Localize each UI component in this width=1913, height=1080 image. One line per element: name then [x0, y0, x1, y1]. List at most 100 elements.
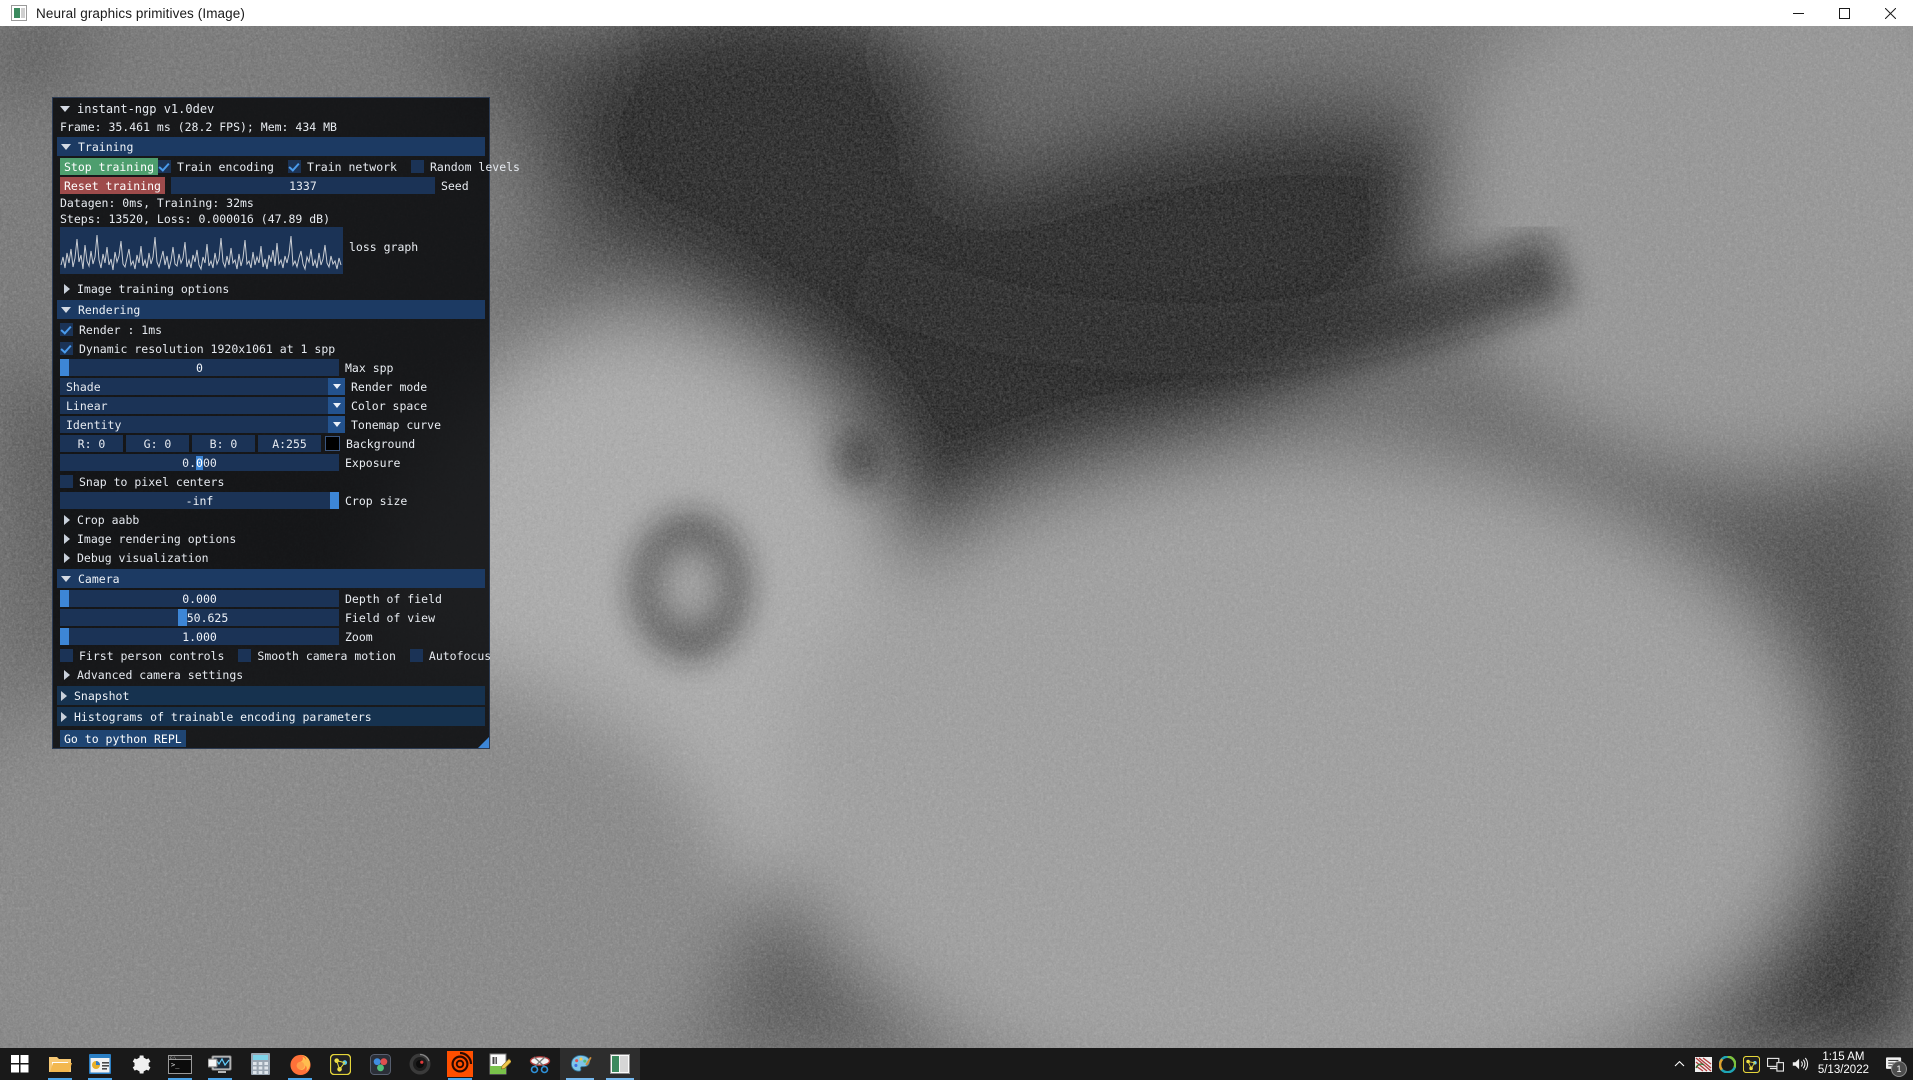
smooth-camera-motion-checkbox[interactable] — [238, 649, 252, 662]
share-node-icon[interactable] — [1740, 1048, 1764, 1080]
start-button[interactable] — [0, 1048, 40, 1080]
seed-input[interactable]: 1337 — [170, 177, 435, 194]
taskbar-item-monitor[interactable] — [200, 1048, 240, 1080]
onedrive-icon[interactable] — [1716, 1048, 1740, 1080]
taskbar-item-houdini[interactable] — [440, 1048, 480, 1080]
exposure-input[interactable]: 0. 0 00 — [60, 454, 339, 471]
taskbar-item-settings[interactable] — [120, 1048, 160, 1080]
svg-text:C:\: C:\ — [170, 1056, 176, 1060]
render-viewport[interactable]: instant-ngp v1.0dev Frame: 35.461 ms (28… — [0, 26, 1913, 1048]
taskbar-item-snip[interactable] — [520, 1048, 560, 1080]
taskbar-item-ngp[interactable] — [600, 1048, 640, 1080]
background-a-input[interactable]: A:255 — [258, 435, 321, 452]
depth-of-field-slider[interactable]: 0.000 — [60, 590, 339, 607]
minimize-button[interactable] — [1775, 0, 1821, 26]
color-space-label: Color space — [351, 398, 428, 413]
background-label: Background — [346, 436, 416, 451]
taskbar-item-presentation[interactable] — [80, 1048, 120, 1080]
camera-toggles-row: First person controls Smooth camera moti… — [53, 646, 492, 665]
taskbar-item-file-explorer[interactable] — [40, 1048, 80, 1080]
debug-visualization-row[interactable]: Debug visualization — [53, 548, 489, 567]
exposure-row: 0. 0 00 Exposure — [53, 453, 489, 472]
collapse-triangle-icon[interactable] — [60, 105, 70, 112]
advanced-camera-settings-row[interactable]: Advanced camera settings — [53, 665, 489, 684]
python-repl-row: Go to python REPL — [53, 729, 489, 748]
color-space-dropdown[interactable]: Linear — [60, 397, 345, 414]
render-checkbox[interactable] — [60, 323, 73, 336]
taskbar-item-firefox[interactable] — [280, 1048, 320, 1080]
chevron-down-icon[interactable] — [328, 378, 345, 395]
render-mode-dropdown[interactable]: Shade — [60, 378, 345, 395]
maximize-button[interactable] — [1821, 0, 1867, 26]
taskbar-item-lens[interactable] — [400, 1048, 440, 1080]
taskbar-item-calculator[interactable] — [240, 1048, 280, 1080]
tonemap-curve-dropdown[interactable]: Identity — [60, 416, 345, 433]
close-button[interactable] — [1867, 0, 1913, 26]
go-to-python-repl-button[interactable]: Go to python REPL — [60, 730, 186, 747]
zoom-slider[interactable]: 1.000 — [60, 628, 339, 645]
autofocus-checkbox[interactable] — [409, 649, 423, 662]
section-header-snapshot[interactable]: Snapshot — [57, 686, 485, 705]
network-icon[interactable] — [1764, 1048, 1788, 1080]
chevron-down-icon[interactable] — [328, 397, 345, 414]
panel-resize-handle[interactable] — [478, 737, 489, 748]
field-of-view-slider[interactable]: 50.625 — [60, 609, 339, 626]
image-training-options-row[interactable]: Image training options — [53, 279, 489, 298]
color-space-value: Linear — [66, 398, 108, 413]
dynamic-resolution-checkbox[interactable] — [60, 342, 73, 355]
field-of-view-row: 50.625 Field of view — [53, 608, 489, 627]
stop-training-button[interactable]: Stop training — [60, 158, 159, 175]
windows-logo-icon — [11, 1055, 29, 1073]
panel-title-bar[interactable]: instant-ngp v1.0dev — [53, 98, 489, 119]
random-levels-label: Random levels — [429, 159, 520, 174]
taskbar-item-paint[interactable] — [560, 1048, 600, 1080]
reset-training-button[interactable]: Reset training — [60, 177, 165, 194]
crop-size-row: -inf Crop size — [53, 491, 489, 510]
max-spp-slider[interactable]: 0 — [60, 359, 339, 376]
advanced-camera-settings-label: Advanced camera settings — [77, 667, 244, 682]
show-hidden-icons-button[interactable] — [1668, 1048, 1692, 1080]
background-r-input[interactable]: R: 0 — [60, 435, 123, 452]
background-b-input[interactable]: B: 0 — [192, 435, 255, 452]
autofocus-label: Autofocus — [428, 648, 492, 663]
smooth-camera-motion-label: Smooth camera motion — [257, 648, 396, 663]
system-tray: 1:15 AM 5/13/2022 1 — [1668, 1048, 1913, 1080]
notification-count-badge: 1 — [1891, 1061, 1907, 1077]
notepad-pencil-icon — [489, 1053, 511, 1075]
dynamic-resolution-row: Dynamic resolution 1920x1061 at 1 spp — [53, 339, 489, 358]
section-header-rendering[interactable]: Rendering — [57, 300, 485, 319]
image-rendering-options-label: Image rendering options — [77, 531, 237, 546]
random-levels-checkbox[interactable] — [410, 160, 424, 173]
background-g-input[interactable]: G: 0 — [126, 435, 189, 452]
image-rendering-options-row[interactable]: Image rendering options — [53, 529, 489, 548]
instant-ngp-panel[interactable]: instant-ngp v1.0dev Frame: 35.461 ms (28… — [52, 97, 520, 749]
image-training-options-label: Image training options — [77, 281, 230, 296]
section-header-training[interactable]: Training — [57, 137, 485, 156]
chevron-right-icon — [61, 711, 67, 722]
nvidia-icon[interactable] — [1692, 1048, 1716, 1080]
field-of-view-value: 50.625 — [186, 610, 229, 625]
taskbar-item-node-tool[interactable] — [320, 1048, 360, 1080]
train-network-checkbox[interactable] — [287, 160, 301, 173]
crop-size-slider[interactable]: -inf — [60, 492, 339, 509]
chevron-down-icon[interactable] — [328, 416, 345, 433]
first-person-controls-checkbox[interactable] — [60, 649, 73, 662]
section-header-camera[interactable]: Camera — [57, 569, 485, 588]
section-header-histograms[interactable]: Histograms of trainable encoding paramet… — [57, 707, 485, 726]
taskbar-item-terminal[interactable]: C:\ >_ — [160, 1048, 200, 1080]
train-encoding-checkbox[interactable] — [158, 160, 172, 173]
panel-title: instant-ngp v1.0dev — [77, 101, 215, 116]
crop-aabb-row[interactable]: Crop aabb — [53, 510, 489, 529]
notification-center-button[interactable]: 1 — [1879, 1048, 1909, 1080]
snapshot-header-label: Snapshot — [74, 688, 130, 703]
calculator-icon — [250, 1053, 270, 1075]
window-titlebar: Neural graphics primitives (Image) — [0, 0, 1913, 27]
speaker-icon[interactable] — [1788, 1048, 1812, 1080]
taskbar-item-notepad[interactable] — [480, 1048, 520, 1080]
snap-to-pixel-centers-checkbox[interactable] — [60, 475, 73, 488]
clock[interactable]: 1:15 AM 5/13/2022 — [1812, 1051, 1879, 1077]
yellow-node-icon — [329, 1053, 351, 1075]
taskbar-item-resolve[interactable] — [360, 1048, 400, 1080]
render-mode-label: Render mode — [351, 379, 428, 394]
background-color-swatch[interactable] — [325, 436, 340, 451]
